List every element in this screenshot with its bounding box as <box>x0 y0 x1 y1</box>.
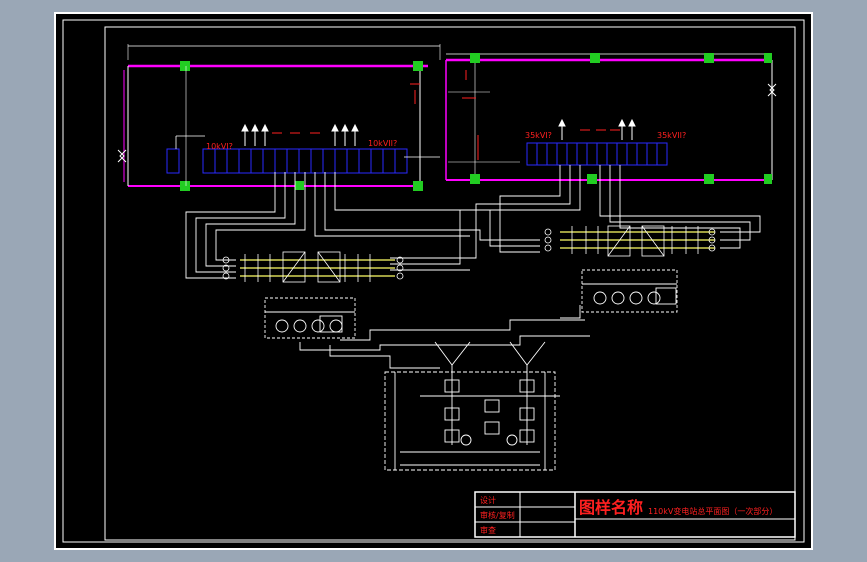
title-block: 设计 审核/复制 审查 图样名称 110kV变电站总平面图（一次部分） <box>474 491 796 538</box>
busbar-label-35kv-1: 35kVI? <box>525 131 552 140</box>
column-marker <box>470 174 480 184</box>
drawing-canvas[interactable]: 10kVI? 10kVII? 35kVI? 35kVII? 设计 审核/复制 审… <box>0 0 867 562</box>
cad-viewport[interactable]: 10kVI? 10kVII? 35kVI? 35kVII? 设计 审核/复制 审… <box>0 0 867 562</box>
column-marker <box>764 174 772 184</box>
busbar-label-10kv-1: 10kVI? <box>206 142 233 151</box>
switchgear-row-10kv <box>166 148 408 174</box>
drawing-subtitle: 110kV变电站总平面图（一次部分） <box>648 506 777 516</box>
column-marker <box>590 53 600 63</box>
drawing-sheet <box>54 12 813 550</box>
column-marker <box>470 53 480 63</box>
column-marker <box>413 181 423 191</box>
title-row-label-review: 审核/复制 <box>480 510 515 520</box>
column-marker <box>413 61 423 71</box>
column-marker <box>180 61 190 71</box>
drawing-title: 图样名称 <box>579 498 643 517</box>
column-marker <box>764 53 772 63</box>
column-marker <box>180 181 190 191</box>
title-row-label-design: 设计 <box>480 495 496 505</box>
column-marker <box>704 174 714 184</box>
title-row-label-check: 审查 <box>480 525 496 535</box>
column-marker <box>587 174 597 184</box>
column-marker <box>295 181 304 190</box>
column-marker <box>704 53 714 63</box>
busbar-label-10kv-2: 10kVII? <box>368 139 397 148</box>
busbar-label-35kv-2: 35kVII? <box>657 131 686 140</box>
